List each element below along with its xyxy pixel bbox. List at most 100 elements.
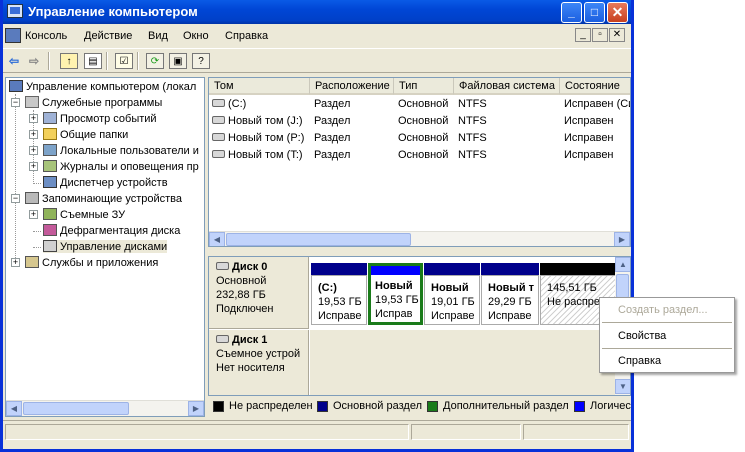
scroll-down-icon[interactable]: ▼	[615, 379, 630, 394]
computer-management-window: Управление компьютером _ □ ✕ Консоль Дей…	[0, 0, 634, 452]
primary-partition-bar	[424, 263, 480, 275]
disk-1-label[interactable]: Диск 1 Съемное устрой Нет носителя	[209, 330, 309, 395]
tree-item-defragmenter[interactable]: Дефрагментация диска	[43, 224, 180, 237]
tree-expand-toggle[interactable]: +	[11, 258, 20, 267]
help-icon[interactable]: ?	[192, 53, 210, 69]
tree-item-system-tools[interactable]: Служебные программы	[25, 96, 162, 109]
column-header-type[interactable]: Тип	[394, 78, 454, 95]
scroll-left-icon[interactable]: ◀	[6, 401, 22, 416]
column-header-filesystem[interactable]: Файловая система	[454, 78, 560, 95]
export-list-icon[interactable]: ▣	[169, 53, 187, 69]
scroll-thumb[interactable]	[616, 274, 629, 298]
forward-icon[interactable]: ⇨	[25, 53, 43, 69]
legend-extended-swatch	[427, 401, 438, 412]
partition-j[interactable]: Новый 19,53 ГБ Исправ	[368, 263, 423, 325]
tree-item-event-viewer[interactable]: Просмотр событий	[43, 112, 157, 125]
tree-item-disk-management[interactable]: Управление дисками	[43, 240, 168, 253]
tree-item-storage[interactable]: Запоминающие устройства	[25, 192, 182, 205]
tree-expand-toggle[interactable]: +	[29, 210, 38, 219]
partition-c[interactable]: (C:) 19,53 ГБ Исправе	[311, 263, 367, 325]
removable-storage-icon	[43, 208, 57, 220]
device-manager-icon	[43, 176, 57, 188]
scroll-left-icon[interactable]: ◀	[209, 232, 225, 246]
column-header-layout[interactable]: Расположение	[310, 78, 394, 95]
tree-item-performance-logs[interactable]: Журналы и оповещения пр	[43, 160, 199, 173]
tree-item-services-apps[interactable]: Службы и приложения	[25, 256, 158, 269]
console-icon[interactable]	[5, 28, 21, 43]
menu-bar: Консоль Действие Вид Окно Справка _ ▫ ✕	[3, 27, 631, 47]
volume-name: Новый том (J:)	[212, 115, 309, 127]
menu-console[interactable]: Консоль	[25, 30, 67, 42]
show-hide-tree-icon[interactable]: ▤	[84, 53, 102, 69]
services-icon	[25, 256, 39, 268]
tree-expand-toggle[interactable]: +	[29, 114, 38, 123]
menu-window[interactable]: Окно	[183, 30, 209, 42]
minimize-button[interactable]: _	[561, 2, 582, 23]
scroll-thumb[interactable]	[23, 402, 129, 415]
partition-p[interactable]: Новый 19,01 ГБ Исправе	[424, 263, 480, 325]
menu-separator	[602, 348, 732, 349]
close-button[interactable]: ✕	[607, 2, 628, 23]
drive-icon	[212, 99, 225, 107]
menu-help[interactable]: Справка	[225, 30, 268, 42]
tree-item-local-users[interactable]: Локальные пользователи и	[43, 144, 199, 157]
mdi-close-button[interactable]: ✕	[609, 28, 625, 42]
status-segment	[523, 424, 629, 440]
computer-management-icon	[7, 4, 23, 18]
title-bar[interactable]: Управление компьютером _ □ ✕	[3, 0, 631, 24]
disk-0-label[interactable]: Диск 0 Основной 232,88 ГБ Подключен	[209, 257, 309, 329]
tree-item-shared-folders[interactable]: Общие папки	[43, 128, 128, 141]
menu-separator	[602, 322, 732, 323]
scroll-up-icon[interactable]: ▲	[615, 257, 630, 272]
status-bar	[3, 420, 631, 441]
status-segment	[411, 424, 521, 440]
tree-expand-toggle[interactable]: +	[29, 162, 38, 171]
legend-primary-swatch	[317, 401, 328, 412]
primary-partition-bar	[311, 263, 367, 275]
toolbar: ⇦ ⇨ ↑ ▤ ☑ ⟳ ▣ ?	[3, 48, 631, 73]
refresh-icon[interactable]: ⟳	[146, 53, 164, 69]
properties-icon[interactable]: ☑	[115, 53, 133, 69]
defrag-icon	[43, 224, 57, 236]
tree-root[interactable]: Управление компьютером (локал	[9, 80, 196, 93]
scroll-thumb[interactable]	[226, 233, 411, 246]
tree-collapse-toggle[interactable]: −	[11, 98, 20, 107]
disk-icon	[216, 335, 229, 343]
menu-action[interactable]: Действие	[84, 30, 132, 42]
scroll-right-icon[interactable]: ▶	[188, 401, 204, 416]
disk-graphical-view: Диск 0 Основной 232,88 ГБ Подключен (C:)…	[208, 256, 631, 396]
menu-item-properties[interactable]: Свойства	[618, 330, 666, 342]
volume-horizontal-scrollbar[interactable]: ◀ ▶	[209, 231, 630, 246]
computer-icon	[9, 80, 23, 92]
maximize-button[interactable]: □	[584, 2, 605, 23]
scroll-right-icon[interactable]: ▶	[614, 232, 630, 246]
menu-item-help[interactable]: Справка	[618, 355, 661, 367]
legend-unallocated-swatch	[213, 401, 224, 412]
toolbar-separator	[48, 52, 50, 70]
tree-collapse-toggle[interactable]: −	[11, 194, 20, 203]
drive-icon	[212, 133, 225, 141]
event-viewer-icon	[43, 112, 57, 124]
status-segment	[5, 424, 409, 440]
disk-management-icon	[43, 240, 57, 252]
console-tree: Управление компьютером (локал − Служебны…	[5, 77, 205, 417]
column-header-volume[interactable]: Том	[209, 78, 310, 95]
tree-expand-toggle[interactable]: +	[29, 146, 38, 155]
tree-item-removable-storage[interactable]: Съемные ЗУ	[43, 208, 125, 221]
tree-horizontal-scrollbar[interactable]: ◀ ▶	[6, 400, 204, 416]
drive-icon	[212, 150, 225, 158]
shared-folder-icon	[43, 128, 57, 140]
storage-icon	[25, 192, 39, 204]
back-icon[interactable]: ⇦	[5, 53, 23, 69]
mdi-restore-button[interactable]: ▫	[592, 28, 608, 42]
up-folder-icon[interactable]: ↑	[60, 53, 78, 69]
legend-logical-swatch	[574, 401, 585, 412]
disk-1-empty-area	[310, 330, 615, 395]
menu-view[interactable]: Вид	[148, 30, 168, 42]
column-header-status[interactable]: Состояние	[560, 78, 630, 95]
mdi-minimize-button[interactable]: _	[575, 28, 591, 42]
tree-item-device-manager[interactable]: Диспетчер устройств	[43, 176, 168, 189]
menu-item-create-partition[interactable]: Создать раздел...	[618, 304, 708, 316]
tree-expand-toggle[interactable]: +	[29, 130, 38, 139]
partition-t[interactable]: Новый т 29,29 ГБ Исправе	[481, 263, 539, 325]
